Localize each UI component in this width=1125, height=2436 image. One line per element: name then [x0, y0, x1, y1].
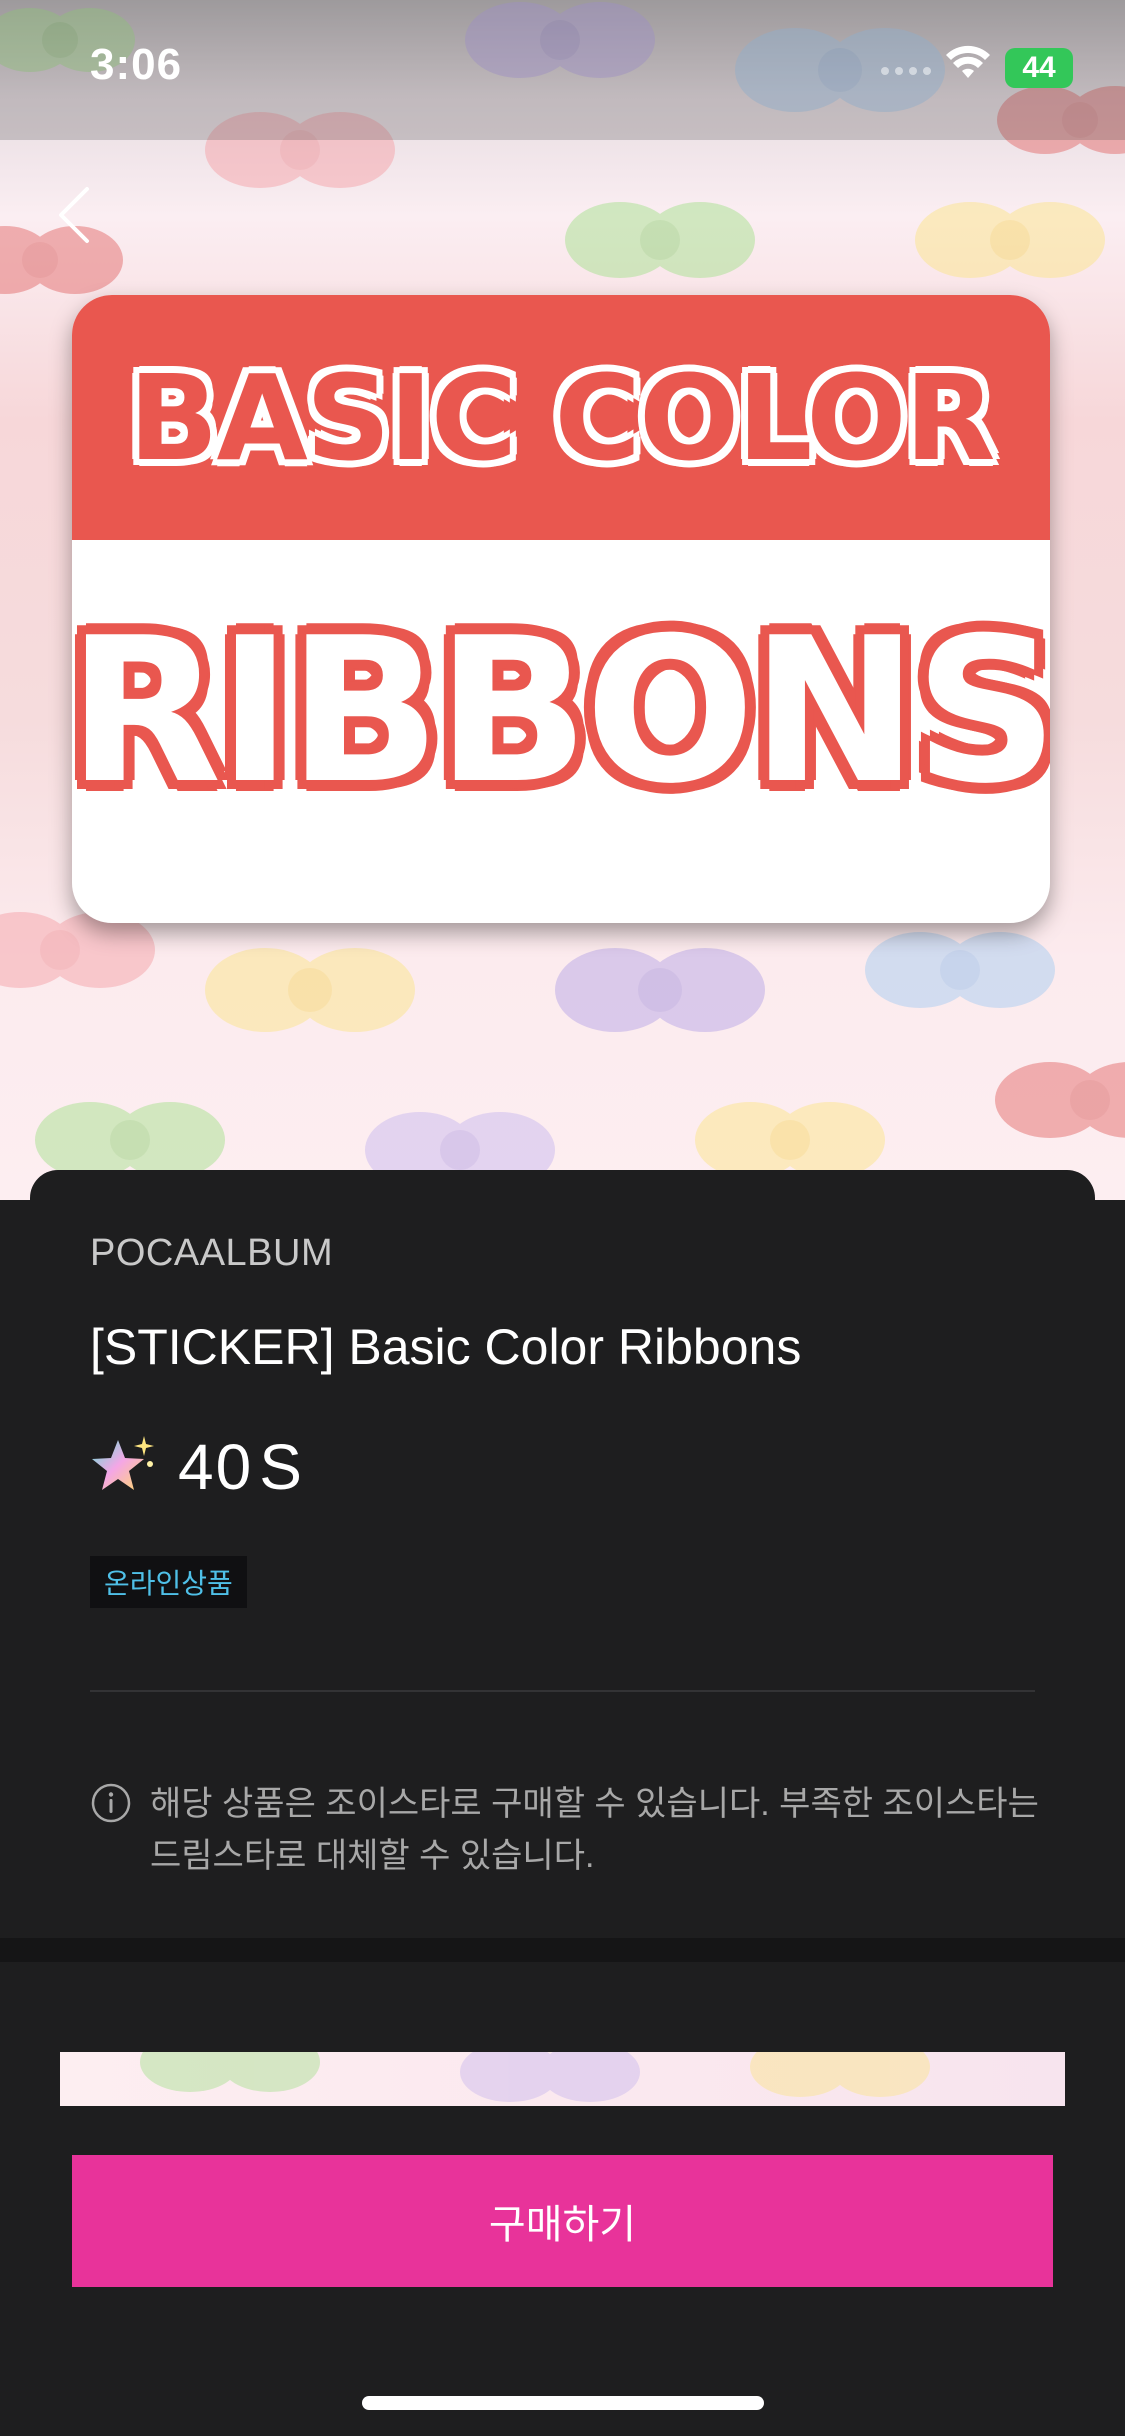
info-icon	[91, 1783, 131, 1823]
section-divider	[0, 1938, 1125, 1962]
online-product-badge-label: 온라인상품	[104, 1568, 233, 1599]
status-bar: 3:06 44	[0, 0, 1125, 140]
product-brand: POCAALBUM	[90, 1232, 334, 1274]
price-row: 40 S	[88, 1430, 302, 1504]
battery-indicator: 44	[1005, 48, 1073, 88]
product-price: 40	[178, 1431, 254, 1503]
chevron-left-icon	[59, 187, 89, 243]
battery-level: 44	[1022, 51, 1056, 84]
product-title: [STICKER] Basic Color Ribbons	[90, 1319, 802, 1375]
product-image-top-band: BASIC COLOR	[72, 295, 1050, 540]
product-detail-image-preview	[60, 2052, 1065, 2106]
bow-pattern-preview	[140, 2052, 930, 2102]
star-icon	[92, 1436, 154, 1490]
product-image-bottom-text: RIBBONS	[72, 595, 1050, 828]
wifi-icon	[946, 45, 990, 78]
product-image-bottom-band: RIBBONS	[72, 540, 1050, 923]
purchase-notice: 해당 상품은 조이스타로 구매할 수 있습니다. 부족한 조이스타는 드림스타로…	[90, 1778, 1050, 1882]
product-image-top-text: BASIC COLOR	[128, 348, 996, 487]
signal-icon	[881, 67, 931, 75]
divider	[90, 1690, 1035, 1692]
back-button[interactable]	[55, 185, 115, 255]
buy-button-label: 구매하기	[488, 2203, 637, 2247]
home-indicator[interactable]	[362, 2396, 764, 2410]
price-unit: S	[259, 1431, 302, 1503]
online-product-badge: 온라인상품	[90, 1556, 247, 1608]
purchase-notice-text: 해당 상품은 조이스타로 구매할 수 있습니다. 부족한 조이스타는 드림스타로…	[150, 1785, 1039, 1875]
product-image: BASIC COLOR RIBBONS	[72, 295, 1050, 923]
status-time: 3:06	[90, 40, 183, 89]
buy-button[interactable]: 구매하기	[72, 2155, 1053, 2287]
